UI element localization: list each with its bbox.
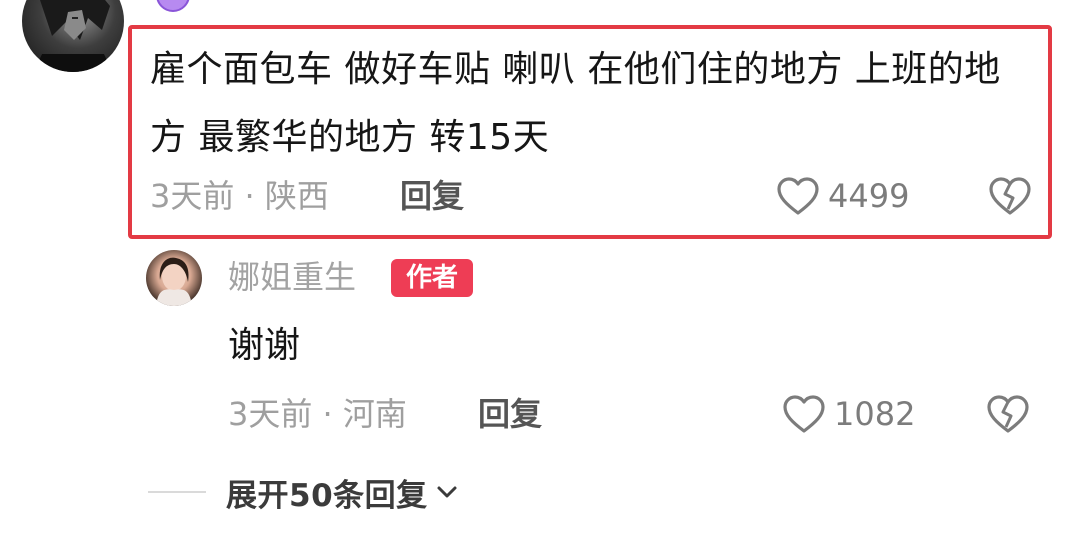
expand-replies-button[interactable]: 展开50条回复 (148, 470, 458, 514)
author-username[interactable]: 娜姐重生 (228, 254, 356, 300)
commenter-avatar[interactable] (22, 0, 124, 72)
comment-reply-button[interactable]: 回复 (400, 174, 464, 218)
reply-like-count: 1082 (834, 395, 916, 433)
broken-heart-icon (987, 395, 1029, 433)
expand-replies-label: 展开50条回复 (226, 477, 428, 514)
comment-meta-row: 3天前 · 陕西 回复 4499 (150, 174, 1040, 218)
comment-like-count: 4499 (828, 177, 910, 215)
heart-outline-icon (777, 177, 819, 215)
reply-dislike-button[interactable] (986, 394, 1030, 442)
reply-like-button[interactable]: 1082 (782, 392, 915, 436)
heart-outline-icon (783, 395, 825, 433)
comment-dislike-button[interactable] (988, 176, 1032, 224)
reply-reply-button[interactable]: 回复 (478, 392, 542, 436)
expand-divider (148, 491, 206, 493)
reply-meta-row: 3天前 · 河南 回复 1082 (228, 392, 1040, 436)
comment-body: 雇个面包车 做好车贴 喇叭 在他们住的地方 上班的地方 最繁华的地方 转15天 (150, 49, 1001, 158)
emoji-sticker-icon (156, 0, 190, 12)
comment-thread: 雇个面包车 做好车贴 喇叭 在他们住的地方 上班的地方 最繁华的地方 转15天 … (0, 0, 1080, 552)
broken-heart-icon (989, 177, 1031, 215)
author-avatar[interactable] (146, 250, 202, 306)
comment-time-location: 3天前 · 陕西 (150, 177, 329, 215)
reply-body: 谢谢 (228, 325, 301, 366)
author-badge: 作者 (391, 259, 473, 297)
comment-like-button[interactable]: 4499 (776, 174, 909, 218)
chevron-down-icon (437, 486, 457, 498)
reply-time-location: 3天前 · 河南 (228, 395, 407, 433)
